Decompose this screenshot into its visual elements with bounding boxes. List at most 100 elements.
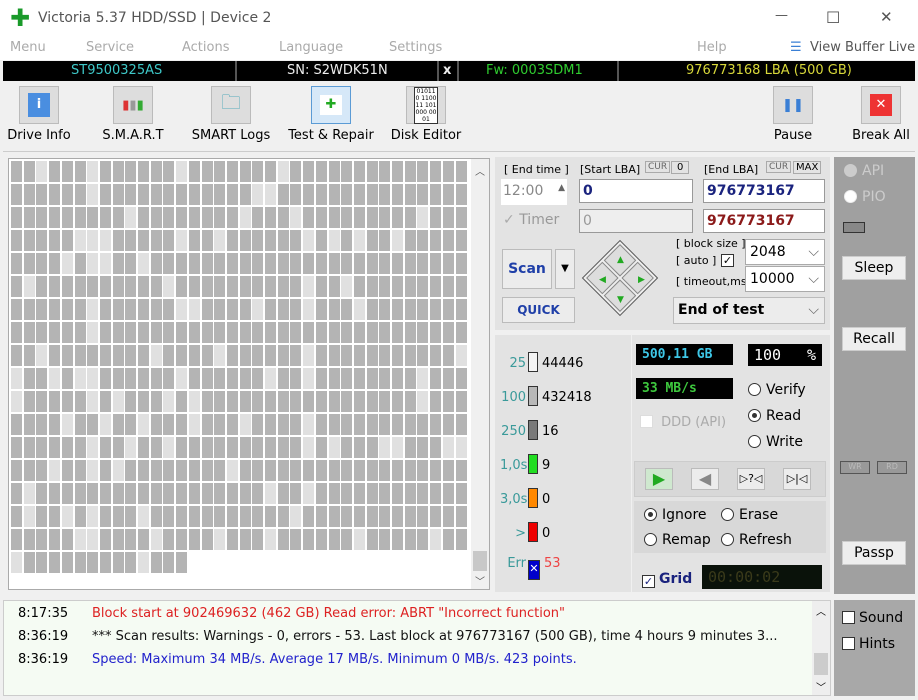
elapsed-timer-display: 00:00:02 <box>702 565 822 589</box>
scan-block <box>150 460 162 481</box>
scan-block <box>442 322 454 343</box>
random-seek-button[interactable]: ▷?◁ <box>737 468 765 490</box>
scan-block <box>404 299 416 320</box>
scan-block <box>188 161 200 182</box>
scroll-thumb[interactable] <box>473 551 487 571</box>
scroll-up-icon[interactable]: ︿ <box>816 603 826 618</box>
scan-block <box>99 437 111 458</box>
menu-item-settings[interactable]: Settings <box>389 40 442 55</box>
start-zero-button[interactable]: 0 <box>671 161 690 174</box>
maximize-button[interactable]: ☐ <box>826 8 840 27</box>
start-cur-button[interactable]: CUR <box>645 161 671 173</box>
scan-block <box>303 253 315 274</box>
scan-block <box>226 299 238 320</box>
pause-button[interactable]: ❚❚ Pause <box>768 86 818 143</box>
scan-block <box>315 437 327 458</box>
scan-block <box>36 322 48 343</box>
menu-item-help[interactable]: Help <box>697 40 727 55</box>
scan-block <box>226 230 238 251</box>
scan-block <box>442 391 454 412</box>
smart-button[interactable]: ▮ ▮ ▮ S.M.A.R.T <box>98 86 168 143</box>
scan-block <box>328 414 340 435</box>
scan-block <box>404 506 416 527</box>
api-radio[interactable]: API <box>844 163 884 179</box>
butterfly-button[interactable]: ▷|◁ <box>783 468 811 490</box>
scan-block <box>125 299 137 320</box>
scan-block <box>265 414 276 435</box>
break-all-button[interactable]: ✕ Break All <box>851 86 911 143</box>
ignore-radio[interactable]: Ignore <box>644 507 707 523</box>
scroll-up-icon[interactable]: ︿ <box>475 163 485 178</box>
menu-item-language[interactable]: Language <box>279 40 343 55</box>
scan-block <box>150 299 162 320</box>
menu-item-service[interactable]: Service <box>86 40 134 55</box>
scan-block <box>392 230 403 251</box>
scan-block <box>188 184 200 205</box>
scan-block <box>442 483 454 504</box>
drive-info-button[interactable]: i Drive Info <box>6 86 72 143</box>
scroll-down-icon[interactable]: ﹀ <box>816 679 826 694</box>
smart-logs-button[interactable]: 🗀 SMART Logs <box>188 86 274 143</box>
scan-block <box>163 299 175 320</box>
scan-dropdown-button[interactable]: ▼ <box>555 249 575 289</box>
sound-checkbox[interactable]: Sound <box>842 610 903 626</box>
end-action-select[interactable]: End of test ⌵ <box>673 297 825 324</box>
menu-item-actions[interactable]: Actions <box>182 40 230 55</box>
scan-block <box>138 483 149 504</box>
end-lba-input[interactable] <box>703 179 825 203</box>
block-size-select[interactable]: 2048 ⌵ <box>745 239 825 265</box>
recall-button[interactable]: Recall <box>842 327 906 351</box>
scan-block <box>430 437 442 458</box>
scan-block <box>138 184 149 205</box>
remap-radio[interactable]: Remap <box>644 532 711 548</box>
menu-item-menu[interactable]: Menu <box>10 40 46 55</box>
end-max-button[interactable]: MAX <box>793 161 822 174</box>
passp-button[interactable]: Passp <box>842 541 906 565</box>
scroll-thumb[interactable] <box>814 653 828 675</box>
scan-block <box>214 483 226 504</box>
write-radio[interactable]: Write <box>748 434 803 450</box>
play-forward-button[interactable]: ▶ <box>645 468 673 490</box>
timer-input[interactable] <box>579 209 693 233</box>
timeout-select[interactable]: 10000 ⌵ <box>745 266 825 292</box>
ddd-api-checkbox[interactable]: DDD (API) <box>640 415 726 430</box>
scan-block <box>328 368 340 389</box>
scan-block <box>201 345 213 366</box>
end-time-spinner[interactable]: 12:00 ▲ <box>501 179 567 205</box>
auto-checkbox[interactable]: ✓ <box>721 254 734 267</box>
end-lba-display[interactable] <box>703 209 825 233</box>
view-buffer-live[interactable]: View Buffer Live <box>810 40 915 55</box>
scan-block <box>442 230 454 251</box>
end-cur-button[interactable]: CUR <box>766 161 792 173</box>
close-button[interactable]: ✕ <box>880 8 893 26</box>
minimize-button[interactable]: — <box>775 8 788 23</box>
pio-radio[interactable]: PIO <box>844 189 886 205</box>
log-scrollbar[interactable]: ︿ ﹀ <box>812 601 830 695</box>
arrow-down-icon: ▼ <box>617 295 624 305</box>
quick-button[interactable]: QUICK <box>502 297 575 323</box>
scan-block <box>226 414 238 435</box>
close-drive-button[interactable]: x <box>443 63 451 78</box>
play-backward-button[interactable]: ◀ <box>691 468 719 490</box>
hints-checkbox[interactable]: Hints <box>842 636 895 652</box>
speed-display: 33 MB/s <box>636 378 733 399</box>
scan-block <box>265 391 276 412</box>
disk-editor-button[interactable]: 010110 110011 101000 0001 Disk Editor <box>389 86 463 143</box>
scan-block <box>353 345 365 366</box>
verify-radio[interactable]: Verify <box>748 382 806 398</box>
test-repair-button[interactable]: ✚ Test & Repair <box>286 86 376 143</box>
scan-block <box>341 414 353 435</box>
scroll-down-icon[interactable]: ﹀ <box>475 573 485 588</box>
erase-radio[interactable]: Erase <box>721 507 778 523</box>
scan-block <box>315 345 327 366</box>
timer-checkbox[interactable]: ✓ Timer <box>503 212 559 228</box>
grid-scrollbar[interactable]: ︿ ﹀ <box>471 159 489 589</box>
refresh-radio[interactable]: Refresh <box>721 532 792 548</box>
start-lba-input[interactable] <box>579 179 693 203</box>
scan-block <box>150 253 162 274</box>
sleep-button[interactable]: Sleep <box>842 256 906 280</box>
scan-button[interactable]: Scan <box>502 249 552 289</box>
scan-block <box>277 230 289 251</box>
grid-checkbox[interactable]: ✓ Grid <box>642 571 692 588</box>
read-radio[interactable]: Read <box>748 408 801 424</box>
